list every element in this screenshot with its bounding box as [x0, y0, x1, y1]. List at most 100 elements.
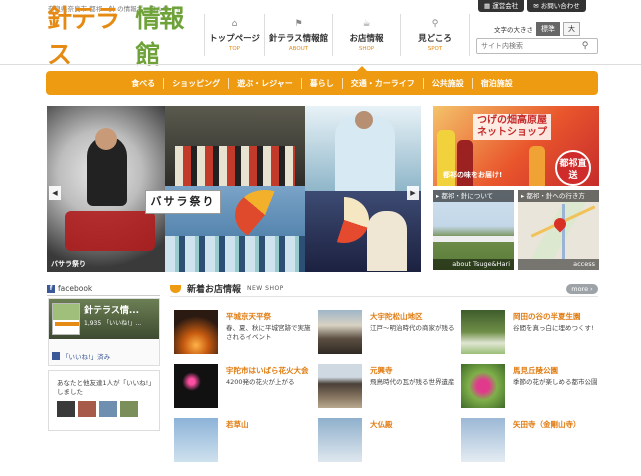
about-tile[interactable]: ▸ 都祁・針について about Tsuge&Hari [433, 190, 514, 270]
net-shop-banner[interactable]: つげの畑高原屋 ネットショップ 都祁の味をお届け! 都祁直送 [433, 106, 599, 186]
facebook-liked-button[interactable]: 「いいね!」済み [52, 351, 110, 361]
category-shopping[interactable]: ショッピング [163, 77, 228, 89]
header-divider [0, 64, 641, 65]
shop-thumbnail [318, 310, 362, 354]
nav-about-label: 針テラス情報館 [268, 34, 329, 44]
shop-thumbnail [461, 364, 505, 408]
shop-thumbnail [318, 418, 362, 462]
utility-bar: ▦ 運営会社 ✉ お問い合わせ [478, 0, 586, 12]
slider-next-arrow[interactable]: ▶ [407, 186, 419, 200]
category-transport[interactable]: 交通・カーライフ [341, 77, 423, 89]
shop-name: 馬見丘陵公園 [513, 366, 558, 375]
friend-avatar[interactable] [99, 401, 117, 417]
search-icon[interactable]: ⚲ [577, 41, 593, 51]
facebook-icon: f [47, 284, 55, 293]
nav-about[interactable]: ⚑ 針テラス情報館 ABOUT [264, 14, 332, 56]
arrow-right-icon: › [588, 285, 593, 293]
category-public[interactable]: 公共施設 [422, 77, 472, 89]
shop-thumbnail [318, 364, 362, 408]
mail-icon: ✉ [533, 2, 541, 10]
home-icon: ⌂ [231, 19, 238, 29]
search-box: ⚲ [476, 38, 598, 54]
nav-shop-en: SHOP [358, 46, 375, 52]
flag-icon: ⚑ [294, 19, 303, 29]
nav-spot-en: SPOT [427, 46, 443, 52]
nav-top-label: トップページ [209, 34, 260, 44]
friend-avatar[interactable] [120, 401, 138, 417]
nav-top[interactable]: ⌂ トップページ TOP [204, 14, 264, 56]
shop-item[interactable]: 元興寺 飛鳥時代の瓦が残る世界遺産 [318, 364, 455, 422]
shop-name: 宇陀市はいばら花火大会 [226, 366, 309, 375]
nav-shop[interactable]: ☕ お店情報 SHOP [332, 14, 400, 56]
access-tile[interactable]: ▸ 都祁・針への行き方 access [518, 190, 599, 270]
slide-photo-blue [305, 106, 421, 191]
nav-spot-label: 見どころ [418, 34, 452, 44]
shop-thumbnail [174, 418, 218, 462]
facebook-page-name[interactable]: 針テラス情... [84, 303, 139, 316]
facebook-page-thumbnail[interactable] [52, 303, 80, 335]
facebook-header: f facebook [47, 284, 92, 293]
nav-shop-label: お店情報 [349, 34, 384, 44]
shop-thumbnail [461, 418, 505, 462]
facebook-like-count: 1,935 「いいね!」... [84, 320, 142, 327]
more-button[interactable]: more › [566, 284, 598, 294]
friend-avatar[interactable] [78, 401, 96, 417]
new-shop-title: 新着お店情報 [187, 285, 242, 295]
nav-spot[interactable]: ⚲ 見どころ SPOT [400, 14, 470, 56]
new-shop-subtitle: NEW SHOP [247, 285, 284, 292]
font-size-large-button[interactable]: 大 [563, 22, 580, 36]
shop-item[interactable]: 岡田の谷の半夏生園 谷間を真っ白に埋めつくす! [461, 310, 596, 368]
facebook-header-label: facebook [58, 284, 93, 293]
site-logo[interactable]: 針テラス 情報館 [47, 4, 202, 69]
facebook-feed-text: あなたと他友達1人が「いいね!」しました [57, 379, 152, 396]
shop-item[interactable]: 大仏殿 [318, 418, 453, 476]
about-tile-label: 都祁・針について [441, 192, 494, 200]
access-tile-label: 都祁・針への行き方 [526, 192, 585, 200]
shop-item[interactable]: 平城京天平祭 春、夏、秋に平城宮跡で実施されるイベント [174, 310, 311, 368]
slider-prev-arrow[interactable]: ◀ [49, 186, 61, 200]
company-button[interactable]: ▦ 運営会社 [478, 0, 525, 12]
more-label: more [571, 285, 589, 293]
slide-photo-festival [305, 191, 421, 272]
search-input[interactable] [477, 42, 577, 50]
font-size-standard-button[interactable]: 標準 [536, 22, 560, 36]
slide-photo-crowd [165, 106, 305, 186]
logo-part2: 情報館 [135, 4, 184, 69]
nav-top-en: TOP [228, 46, 240, 52]
shop-item[interactable]: 若草山 [174, 418, 309, 476]
facebook-liked-label: 「いいね!」済み [62, 353, 111, 361]
slide-title: バサラ祭り [145, 190, 221, 214]
shop-desc: 谷間を真っ白に埋めつくす! [513, 324, 594, 332]
contact-button[interactable]: ✉ お問い合わせ [527, 0, 586, 12]
shop-thumbnail [174, 364, 218, 408]
category-eat[interactable]: 食べる [123, 78, 163, 89]
friend-avatar[interactable] [57, 401, 75, 417]
building-icon: ▦ [484, 2, 493, 10]
pin-icon: ⚲ [431, 19, 439, 29]
facebook-feed: あなたと他友達1人が「いいね!」しました [48, 370, 160, 431]
shop-desc: 4200発の花火が上がる [226, 378, 295, 386]
banner-badge: 都祁直送 [555, 150, 591, 186]
shop-name: 平城京天平祭 [226, 312, 271, 321]
shop-desc: 春、夏、秋に平城宮跡で実施されるイベント [226, 324, 311, 341]
shop-name: 岡田の谷の半夏生園 [513, 312, 581, 321]
font-size-switcher: 文字の大きさ 標準 大 [494, 22, 580, 36]
shop-desc: 季節の花が楽しめる都市公園 [513, 378, 598, 386]
hero-slider[interactable]: バサラ祭り バサラ祭り ◀ ▶ [47, 106, 421, 272]
banner-title: つげの畑高原屋 ネットショップ [473, 114, 551, 140]
banner-title-line2: ネットショップ [477, 127, 547, 138]
category-living[interactable]: 暮らし [300, 77, 342, 89]
category-lodging[interactable]: 宿泊施設 [471, 77, 521, 89]
shop-name: 矢田寺（金剛山寺） [513, 420, 581, 429]
shop-item[interactable]: 大宇陀松山地区 江戸～明治時代の商家が残る [318, 310, 455, 368]
banner-title-line1: つげの畑高原屋 [477, 115, 547, 126]
category-leisure[interactable]: 遊ぶ・レジャー [228, 77, 301, 89]
banner-subtitle: 都祁の味をお届け! [443, 171, 503, 179]
nav-about-en: ABOUT [288, 46, 309, 52]
slide-photo-dancer: バサラ祭り [47, 106, 165, 272]
shop-item[interactable]: 馬見丘陵公園 季節の花が楽しめる都市公園 [461, 364, 598, 422]
shop-item[interactable]: 矢田寺（金剛山寺） [461, 418, 596, 476]
shop-item[interactable]: 宇陀市はいばら花火大会 4200発の花火が上がる [174, 364, 309, 422]
shop-thumbnail [174, 310, 218, 354]
slide-caption: バサラ祭り [51, 260, 86, 268]
